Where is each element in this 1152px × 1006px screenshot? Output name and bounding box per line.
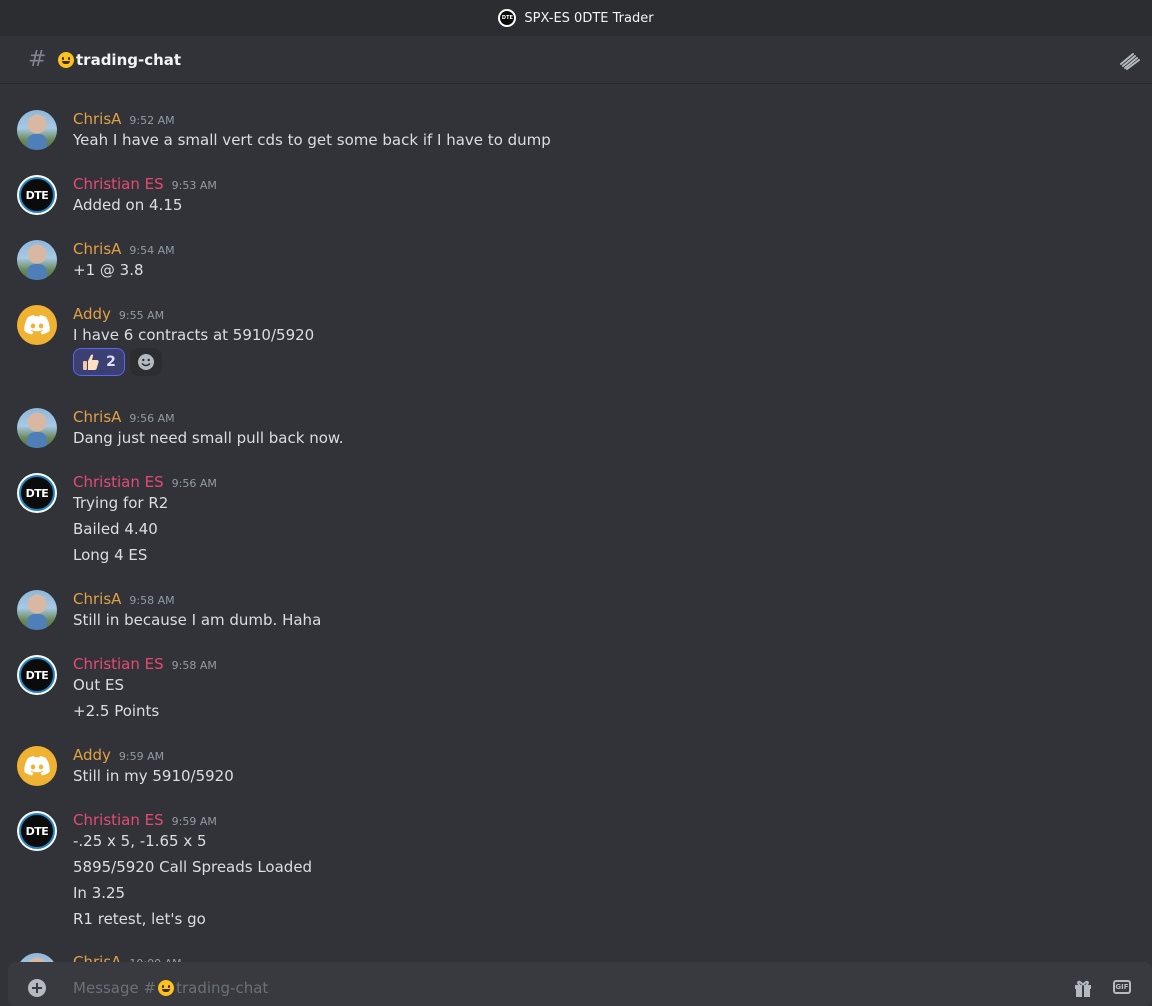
avatar[interactable]: DTE bbox=[17, 811, 57, 851]
avatar[interactable]: DTE bbox=[17, 175, 57, 215]
message-text: -.25 x 5, -1.65 x 5 bbox=[73, 832, 207, 850]
author-name[interactable]: ChrisA bbox=[73, 408, 121, 426]
message-list[interactable]: ChrisA 9:52 AM Yeah I have a small vert cd… bbox=[0, 85, 1152, 962]
message-text: Yeah I have a small vert cds to get some… bbox=[73, 131, 551, 149]
message-text: Still in my 5910/5920 bbox=[73, 767, 234, 785]
message-header: ChrisA 9:56 AM bbox=[73, 408, 175, 426]
author-name[interactable]: Christian ES bbox=[73, 473, 164, 491]
timestamp: 9:54 AM bbox=[129, 244, 175, 257]
channel-header: # trading-chat bbox=[0, 36, 1152, 84]
message-header: ChrisA 9:54 AM bbox=[73, 240, 175, 258]
message-header: Christian ES 9:53 AM bbox=[73, 175, 217, 193]
message-text: Added on 4.15 bbox=[73, 196, 183, 214]
gift-icon[interactable] bbox=[1073, 979, 1093, 997]
message-text: 5895/5920 Call Spreads Loaded bbox=[73, 858, 313, 876]
discord-logo-icon[interactable] bbox=[17, 305, 57, 345]
thumbs-up-icon bbox=[83, 354, 99, 370]
message-header: Christian ES 9:59 AM bbox=[73, 811, 217, 829]
message-header: Christian ES 9:58 AM bbox=[73, 655, 217, 673]
author-name[interactable]: Christian ES bbox=[73, 655, 164, 673]
server-icon: DTE bbox=[498, 9, 517, 27]
message-header: Addy 9:55 AM bbox=[73, 305, 164, 323]
message-input[interactable]: Message # trading-chat bbox=[73, 979, 268, 997]
message-text: Dang just need small pull back now. bbox=[73, 429, 344, 447]
message-text: +1 @ 3.8 bbox=[73, 261, 144, 279]
message-text: Trying for R2 bbox=[73, 494, 169, 512]
threads-icon[interactable] bbox=[1120, 52, 1140, 70]
timestamp: 9:58 AM bbox=[171, 659, 217, 672]
timestamp: 9:56 AM bbox=[171, 477, 217, 490]
timestamp: 9:58 AM bbox=[129, 594, 175, 607]
server-name: SPX-ES 0DTE Trader bbox=[524, 10, 654, 26]
timestamp: 9:52 AM bbox=[129, 114, 175, 127]
timestamp: 9:59 AM bbox=[171, 815, 217, 828]
author-name[interactable]: Addy bbox=[73, 746, 111, 764]
message-text: Still in because I am dumb. Haha bbox=[73, 611, 322, 629]
message-text: +2.5 Points bbox=[73, 702, 160, 720]
timestamp: 9:55 AM bbox=[118, 309, 165, 322]
avatar[interactable] bbox=[17, 240, 57, 280]
discord-logo-icon[interactable] bbox=[17, 746, 57, 786]
avatar[interactable] bbox=[17, 953, 57, 962]
grinning-face-icon bbox=[58, 51, 74, 68]
avatar[interactable] bbox=[17, 590, 57, 630]
message-header: Christian ES 9:56 AM bbox=[73, 473, 217, 491]
author-name[interactable]: ChrisA bbox=[73, 590, 121, 608]
message-header: ChrisA 9:52 AM bbox=[73, 110, 175, 128]
message-text: Long 4 ES bbox=[73, 546, 148, 564]
add-reaction-button[interactable] bbox=[130, 348, 162, 376]
message-text: I have 6 contracts at 5910/5920 bbox=[73, 326, 315, 344]
message-text: Bailed 4.40 bbox=[73, 520, 158, 538]
avatar[interactable] bbox=[17, 110, 57, 150]
author-name[interactable]: ChrisA bbox=[73, 240, 121, 258]
add-attachment-icon[interactable] bbox=[28, 979, 46, 997]
author-name[interactable]: Addy bbox=[73, 305, 111, 323]
avatar[interactable]: DTE bbox=[17, 655, 57, 695]
channel-title: trading-chat bbox=[58, 51, 181, 69]
avatar[interactable] bbox=[17, 408, 57, 448]
message-header: ChrisA 9:58 AM bbox=[73, 590, 175, 608]
reaction-count: 2 bbox=[106, 354, 116, 370]
window-titlebar: DTE SPX-ES 0DTE Trader bbox=[0, 0, 1152, 36]
message-text: R1 retest, let's go bbox=[73, 910, 206, 928]
message-composer[interactable]: Message # trading-chat GIF bbox=[8, 962, 1152, 1006]
timestamp: 9:59 AM bbox=[118, 750, 165, 763]
message-text: In 3.25 bbox=[73, 884, 126, 902]
author-name[interactable]: ChrisA bbox=[73, 110, 121, 128]
message-text: Out ES bbox=[73, 676, 124, 694]
grinning-face-icon bbox=[158, 980, 175, 996]
timestamp: 9:53 AM bbox=[171, 179, 217, 192]
message-header: ChrisA10:00 AM bbox=[73, 953, 182, 962]
author-name[interactable]: ChrisA bbox=[73, 953, 121, 962]
message-header: Addy 9:59 AM bbox=[73, 746, 164, 764]
reaction-button[interactable]: 2 bbox=[73, 348, 125, 376]
author-name[interactable]: Christian ES bbox=[73, 175, 164, 193]
gif-picker-icon[interactable]: GIF bbox=[1113, 980, 1131, 994]
smiley-icon bbox=[138, 354, 154, 370]
author-name[interactable]: Christian ES bbox=[73, 811, 164, 829]
avatar[interactable]: DTE bbox=[17, 473, 57, 513]
timestamp: 9:56 AM bbox=[129, 412, 175, 425]
hash-icon: # bbox=[28, 47, 47, 72]
